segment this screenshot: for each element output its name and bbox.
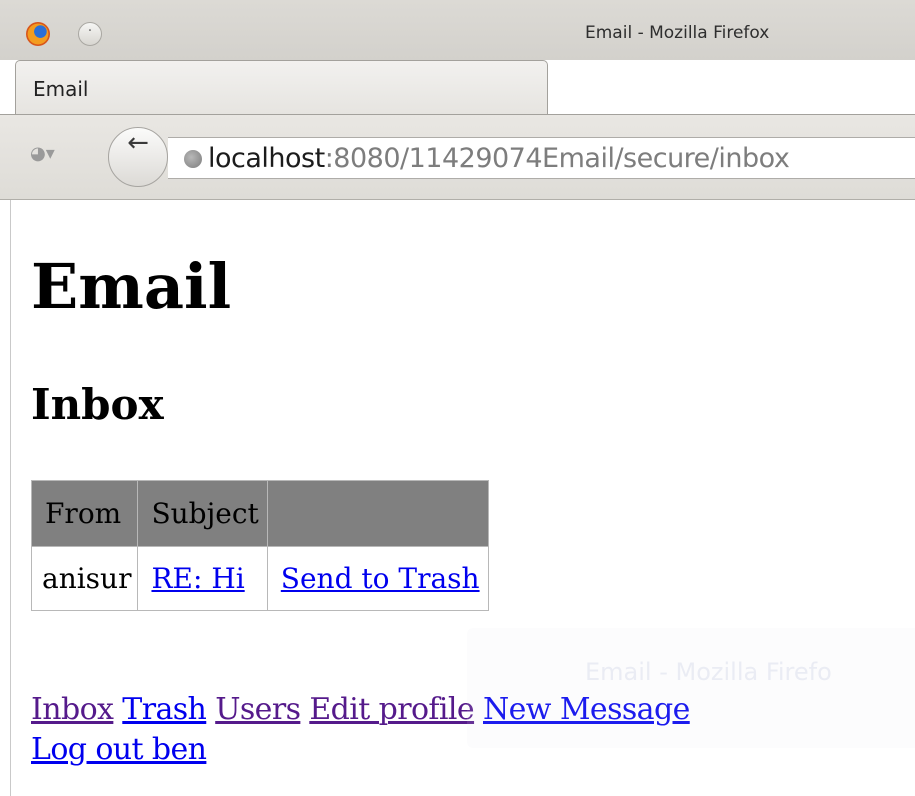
users-link[interactable]: Users: [215, 692, 301, 727]
url-host: localhost: [208, 143, 325, 174]
cell-subject: RE: Hi: [137, 546, 268, 611]
table-row: anisur RE: Hi Send to Trash: [30, 546, 489, 611]
send-to-trash-link[interactable]: Send to Trash: [281, 562, 480, 595]
globe-icon: [184, 150, 202, 168]
viewport-edge: [10, 200, 11, 796]
notification-ghost: Email - Mozilla Firefo: [467, 628, 915, 748]
window-title: Email - Mozilla Firefox: [585, 23, 770, 43]
navigation-toolbar: ◕▾ ← localhost:8080/11429074Email/secure…: [0, 115, 915, 200]
tab-label: Email: [33, 77, 89, 101]
cell-action: Send to Trash: [266, 546, 489, 611]
url-text[interactable]: localhost:8080/11429074Email/secure/inbo…: [208, 143, 790, 174]
cell-from: anisur: [30, 546, 139, 611]
inbox-link[interactable]: Inbox: [31, 692, 114, 727]
trash-link[interactable]: Trash: [122, 692, 207, 727]
notification-ghost-text: Email - Mozilla Firefo: [585, 658, 832, 686]
history-dropdown-icon[interactable]: ◕▾: [30, 143, 68, 173]
firefox-logo-icon[interactable]: [26, 22, 50, 46]
window-titlebar: · Email - Mozilla Firefox: [0, 0, 915, 60]
table-header-row: From Subject: [30, 480, 489, 547]
logout-link[interactable]: Log out ben: [31, 732, 207, 767]
minimize-button[interactable]: ·: [78, 22, 102, 46]
tab-email[interactable]: Email: [15, 60, 548, 115]
back-button[interactable]: ←: [108, 127, 168, 187]
column-header-subject: Subject: [137, 480, 268, 547]
column-header-from: From: [30, 480, 139, 547]
edit-profile-link[interactable]: Edit profile: [309, 692, 474, 727]
page-title: Email: [31, 250, 232, 323]
column-header-action: [266, 480, 489, 547]
subject-link[interactable]: RE: Hi: [151, 562, 244, 595]
url-path: :8080/11429074Email/secure/inbox: [324, 143, 790, 174]
url-bar[interactable]: localhost:8080/11429074Email/secure/inbo…: [168, 137, 915, 179]
inbox-table: From Subject anisur RE: Hi Send to Trash: [30, 480, 489, 611]
section-title: Inbox: [31, 380, 164, 429]
